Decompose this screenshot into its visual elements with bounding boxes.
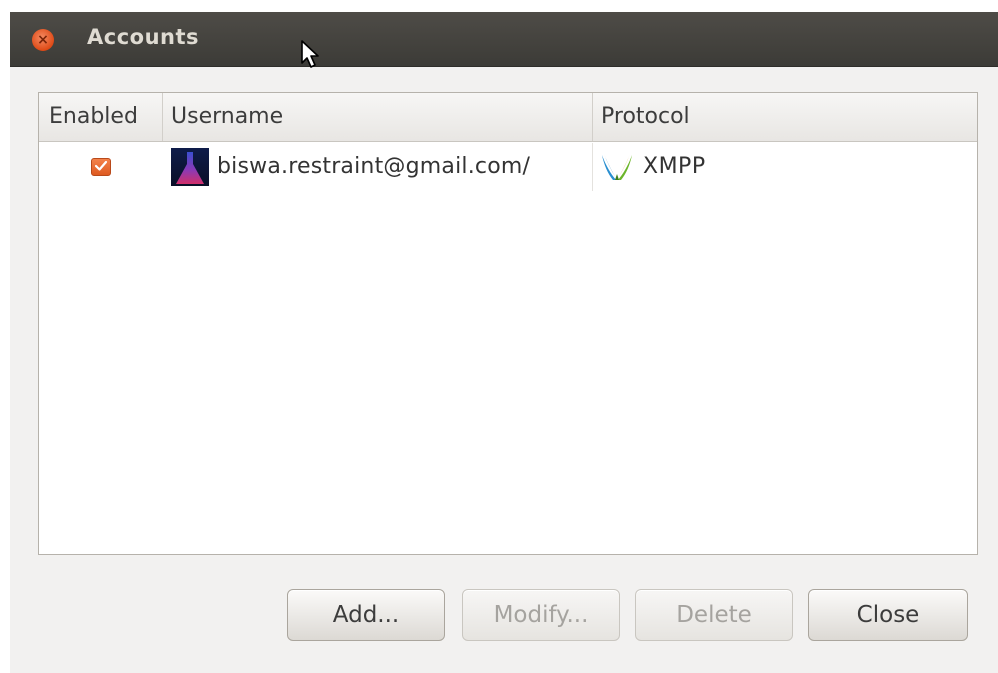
enabled-checkbox[interactable] [91, 158, 111, 176]
avatar [171, 148, 209, 186]
xmpp-icon [601, 152, 633, 182]
column-header-protocol[interactable]: Protocol [593, 93, 977, 141]
delete-button[interactable]: Delete [635, 589, 793, 641]
accounts-table: Enabled Username Protocol biswa.restrain… [38, 92, 978, 555]
window-close-button[interactable]: × [32, 29, 54, 51]
username-text: biswa.restraint@gmail.com/ [217, 154, 531, 179]
column-header-enabled[interactable]: Enabled [39, 93, 163, 141]
add-button[interactable]: Add... [287, 589, 445, 641]
protocol-cell: XMPP [593, 143, 977, 191]
enabled-cell [39, 143, 163, 191]
table-header: Enabled Username Protocol [39, 93, 977, 142]
modify-button[interactable]: Modify... [462, 589, 620, 641]
protocol-text: XMPP [643, 154, 706, 179]
accounts-window: × Accounts Enabled Username Protocol bis… [10, 12, 998, 673]
window-title: Accounts [87, 25, 200, 49]
username-cell: biswa.restraint@gmail.com/ [163, 143, 593, 191]
close-icon: × [37, 32, 49, 48]
table-row[interactable]: biswa.restraint@gmail.com/ XMPP [39, 143, 977, 191]
close-button[interactable]: Close [808, 589, 968, 641]
checkmark-icon [94, 160, 108, 171]
mouse-pointer-icon [300, 39, 322, 73]
title-bar[interactable]: × Accounts [10, 12, 998, 67]
column-header-username[interactable]: Username [163, 93, 593, 141]
